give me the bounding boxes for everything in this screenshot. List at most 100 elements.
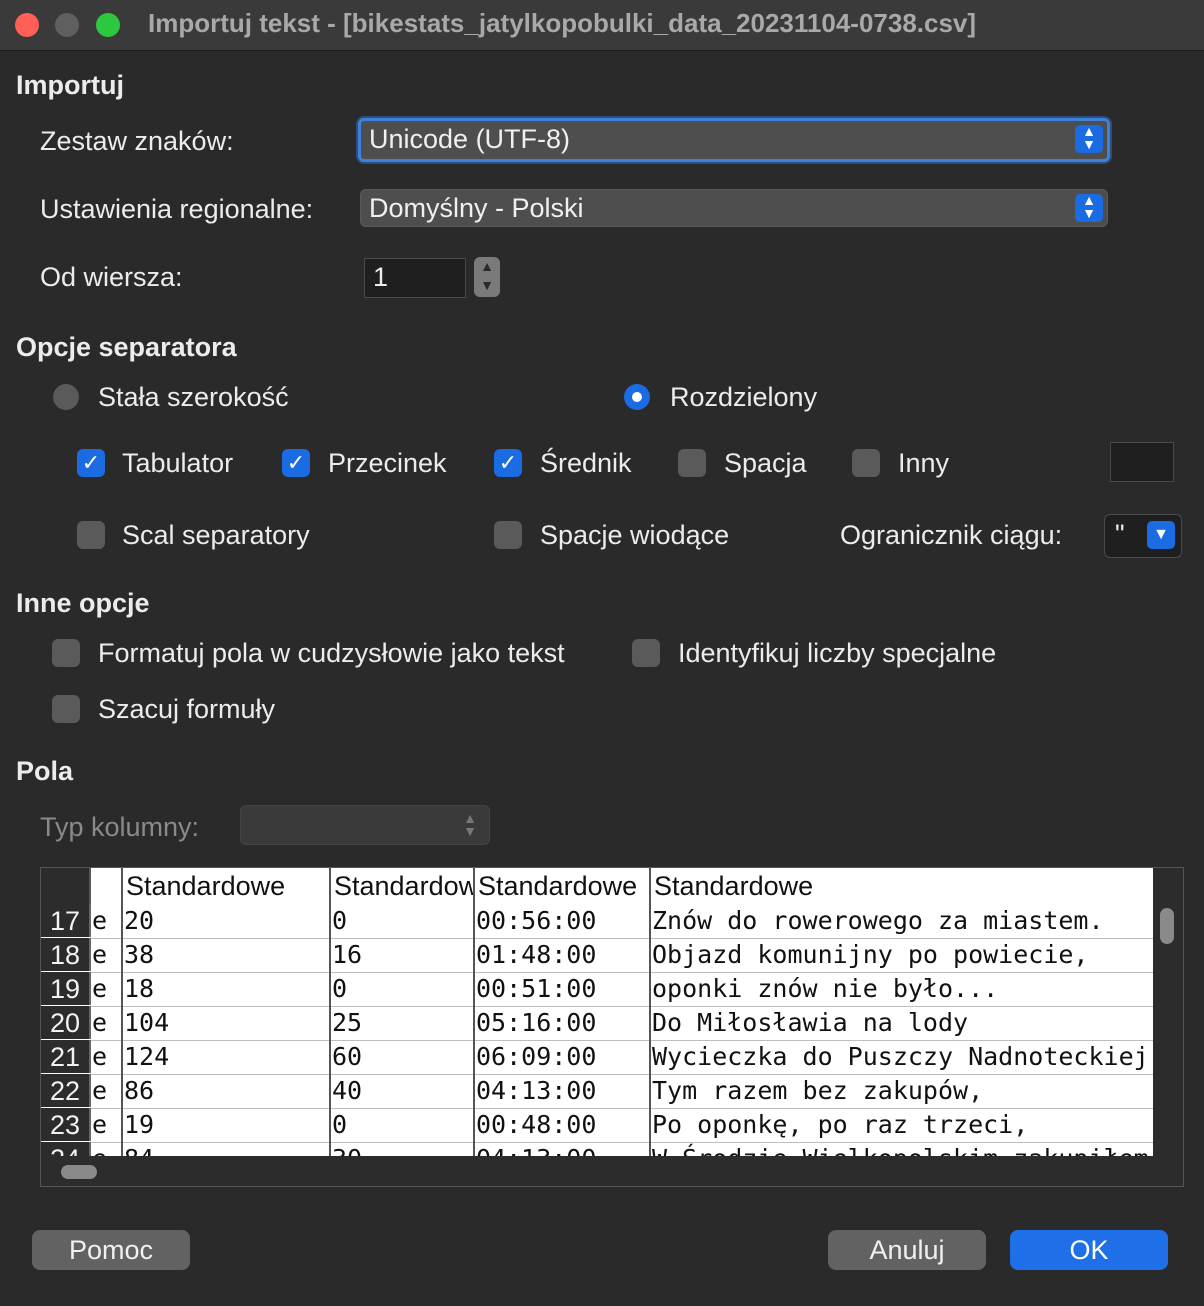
column-header[interactable] (91, 868, 123, 904)
row-number: 23 (41, 1108, 91, 1141)
vertical-scrollbar[interactable] (1153, 868, 1183, 1156)
other-separator-input[interactable] (1110, 442, 1174, 482)
table-cell: 86 (123, 1074, 331, 1108)
column-type-select[interactable]: ▲ ▼ (240, 805, 490, 845)
table-cell: oponki znów nie było... (652, 974, 999, 1003)
string-delimiter-combo[interactable]: " ▼ (1104, 514, 1182, 558)
table-cell: e (91, 1040, 123, 1074)
horizontal-scrollbar[interactable] (41, 1156, 1153, 1186)
trim-spaces-checkbox[interactable] (494, 521, 522, 549)
detect-special-numbers-label: Identyfikuj liczby specjalne (678, 638, 997, 668)
minimize-window-button[interactable] (55, 13, 79, 37)
column-header[interactable]: Standardowe (123, 868, 331, 904)
separated-label: Rozdzielony (670, 382, 818, 412)
table-cell: Znów do rowerowego za miastem. (652, 906, 1104, 935)
corner-cell (41, 868, 91, 904)
row-number: 24 (41, 1142, 91, 1156)
table-cell: 0 (331, 972, 475, 1006)
row-number: 21 (41, 1040, 91, 1073)
other-checkbox[interactable] (852, 449, 880, 477)
table-cell: e (91, 1108, 123, 1142)
table-cell: 00:48:00 (475, 1108, 651, 1142)
table-row[interactable]: 23 e 19 0 00:48:00 Po oponkę, po raz trzeci, (41, 1108, 1153, 1143)
row-number: 20 (41, 1006, 91, 1039)
fixed-width-label: Stała szerokość (98, 382, 289, 412)
table-cell: 04:13:00 (475, 1142, 651, 1156)
table-row[interactable]: 21 e 124 60 06:09:00 Wycieczka do Puszczy Nad… (41, 1040, 1153, 1075)
comma-checkbox[interactable]: ✓ (282, 449, 310, 477)
close-window-button[interactable] (15, 13, 39, 37)
column-header[interactable]: Standardowe (331, 868, 475, 904)
table-cell: 19 (123, 1108, 331, 1142)
chevron-updown-icon: ▲ ▼ (1075, 124, 1103, 153)
zoom-window-button[interactable] (96, 13, 120, 37)
table-cell: 16 (331, 938, 475, 972)
evaluate-formulas-label: Szacuj formuły (98, 694, 276, 724)
table-row[interactable]: 17 e 20 0 00:56:00 Znów do rowerowego za mias… (41, 904, 1153, 939)
evaluate-formulas-checkbox[interactable] (52, 695, 80, 723)
column-header[interactable]: Standardowe (651, 868, 1153, 904)
table-cell: Po oponkę, po raz trzeci, (652, 1110, 1029, 1139)
section-fields: Pola (16, 756, 74, 786)
table-cell: e (91, 1006, 123, 1040)
table-cell: 01:48:00 (475, 938, 651, 972)
table-cell: 0 (331, 904, 475, 938)
section-import: Importuj (16, 70, 124, 100)
table-row[interactable]: 24e843004:13:00W Środzie Wielkopolskim z… (41, 1142, 1153, 1156)
table-cell: W Środzie Wielkopolskim zakupiłem (651, 1142, 1153, 1156)
table-row[interactable]: 18 e 38 16 01:48:00 Objazd komunijny po powie… (41, 938, 1153, 973)
preview-grid[interactable]: Standardowe Standardowe Standardowe Stan… (40, 867, 1184, 1187)
horizontal-scroll-thumb[interactable] (61, 1165, 97, 1179)
table-cell: 104 (123, 1006, 331, 1040)
row-number: 22 (41, 1074, 91, 1107)
table-cell: 0 (331, 1108, 475, 1142)
tab-checkbox[interactable]: ✓ (77, 449, 105, 477)
locale-select[interactable]: Domyślny - Polski ▲ ▼ (360, 189, 1108, 227)
row-number: 18 (41, 938, 91, 971)
quoted-as-text-label: Formatuj pola w cudzysłowie jako tekst (98, 638, 565, 668)
row-number: 17 (41, 904, 91, 937)
table-cell: Tym razem bez zakupów, (652, 1076, 984, 1105)
locale-label: Ustawienia regionalne: (40, 194, 314, 224)
quoted-as-text-checkbox[interactable] (52, 639, 80, 667)
table-cell: 20 (123, 904, 331, 938)
table-cell: Objazd komunijny po powiecie, (652, 940, 1089, 969)
vertical-scroll-thumb[interactable] (1160, 908, 1174, 944)
merge-separators-label: Scal separatory (122, 520, 310, 550)
table-row[interactable]: 19 e 18 0 00:51:00 oponki znów nie było... (41, 972, 1153, 1007)
column-header[interactable]: Standardowe (475, 868, 651, 904)
row-number: 19 (41, 972, 91, 1005)
from-row-input[interactable]: 1 (364, 258, 466, 298)
table-row[interactable]: 22 e 86 40 04:13:00 Tym razem bez zakupów, (41, 1074, 1153, 1109)
from-row-stepper[interactable]: ▲ ▼ (474, 257, 500, 297)
cancel-button[interactable]: Anuluj (828, 1230, 986, 1270)
charset-select[interactable]: Unicode (UTF-8) ▲ ▼ (358, 118, 1110, 162)
grid-body: 17 e 20 0 00:56:00 Znów do rowerowego za mias… (41, 904, 1153, 1156)
table-cell: 00:56:00 (475, 904, 651, 938)
other-label: Inny (898, 448, 950, 478)
chevron-down-icon[interactable]: ▼ (1147, 521, 1175, 549)
table-row[interactable]: 20 e 104 25 05:16:00 Do Miłosławia na lody (41, 1006, 1153, 1041)
section-separator: Opcje separatora (16, 332, 237, 362)
detect-special-numbers-checkbox[interactable] (632, 639, 660, 667)
locale-value: Domyślny - Polski (369, 193, 584, 223)
table-cell: 124 (123, 1040, 331, 1074)
table-cell: 25 (331, 1006, 475, 1040)
ok-button[interactable]: OK (1010, 1230, 1168, 1270)
column-type-label: Typ kolumny: (40, 812, 200, 842)
fixed-width-radio[interactable] (53, 384, 79, 410)
table-cell: 05:16:00 (475, 1006, 651, 1040)
space-label: Spacja (724, 448, 807, 478)
space-checkbox[interactable] (678, 449, 706, 477)
trim-spaces-label: Spacje wiodące (540, 520, 730, 550)
help-button[interactable]: Pomoc (32, 1230, 190, 1270)
separated-radio[interactable] (624, 384, 650, 410)
from-row-value: 1 (373, 262, 389, 292)
section-other-options: Inne opcje (16, 588, 150, 618)
merge-separators-checkbox[interactable] (77, 521, 105, 549)
semicolon-checkbox[interactable]: ✓ (494, 449, 522, 477)
tab-label: Tabulator (122, 448, 234, 478)
table-cell: e (91, 1142, 123, 1156)
table-cell: 00:51:00 (475, 972, 651, 1006)
string-delimiter-label: Ogranicznik ciągu: (840, 520, 1063, 550)
